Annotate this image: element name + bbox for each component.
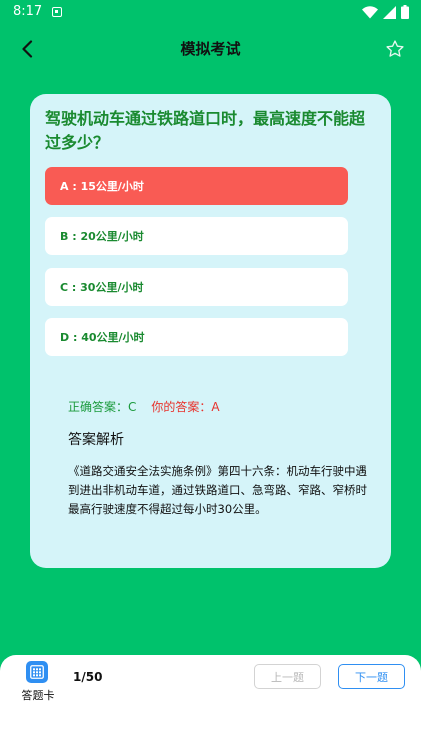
next-question-button[interactable]: 下一题 [338, 664, 405, 689]
question-card: 驾驶机动车通过铁路道口时，最高速度不能超过多少？ A : 15公里/小时 B :… [30, 94, 391, 568]
analysis-title: 答案解析 [68, 432, 124, 448]
page-title: 模拟考试 [180, 40, 241, 58]
option-b[interactable]: B : 20公里/小时 [45, 217, 348, 255]
star-outline-icon [386, 40, 404, 57]
notification-icon [52, 7, 62, 17]
status-time: 8:17 [13, 4, 43, 19]
option-label: A : 15公里/小时 [60, 180, 144, 193]
option-d[interactable]: D : 40公里/小时 [45, 318, 348, 356]
status-bar: 8:17 [0, 0, 421, 26]
option-label: D : 40公里/小时 [60, 331, 145, 344]
option-label: B : 20公里/小时 [60, 230, 144, 243]
answer-row: 正确答案：C 你的答案：A [68, 398, 220, 415]
option-label: C : 30公里/小时 [60, 281, 144, 294]
status-icons [362, 5, 409, 19]
signal-icon [383, 5, 396, 19]
grid-card-icon [26, 661, 48, 683]
question-progress: 1/50 [73, 670, 103, 684]
answer-card-button[interactable]: 答题卡 [18, 659, 58, 705]
app-header: 模拟考试 [0, 26, 421, 72]
question-text: 驾驶机动车通过铁路道口时，最高速度不能超过多少？ [45, 109, 366, 152]
prev-question-button[interactable]: 上一题 [254, 664, 321, 689]
analysis-body: 《道路交通安全法实施条例》第四十六条：机动车行驶中遇到进出非机动车道，通过铁路道… [68, 464, 367, 516]
wifi-icon [362, 5, 378, 18]
option-a[interactable]: A : 15公里/小时 [45, 167, 348, 205]
bottom-bar: 答题卡 1/50 上一题 下一题 [0, 655, 421, 748]
favorite-button[interactable] [383, 37, 407, 61]
correct-answer: 正确答案：C [68, 400, 137, 414]
option-c[interactable]: C : 30公里/小时 [45, 268, 348, 306]
my-answer: 你的答案：A [151, 400, 220, 414]
answer-card-label: 答题卡 [21, 689, 55, 702]
battery-icon [401, 5, 409, 19]
